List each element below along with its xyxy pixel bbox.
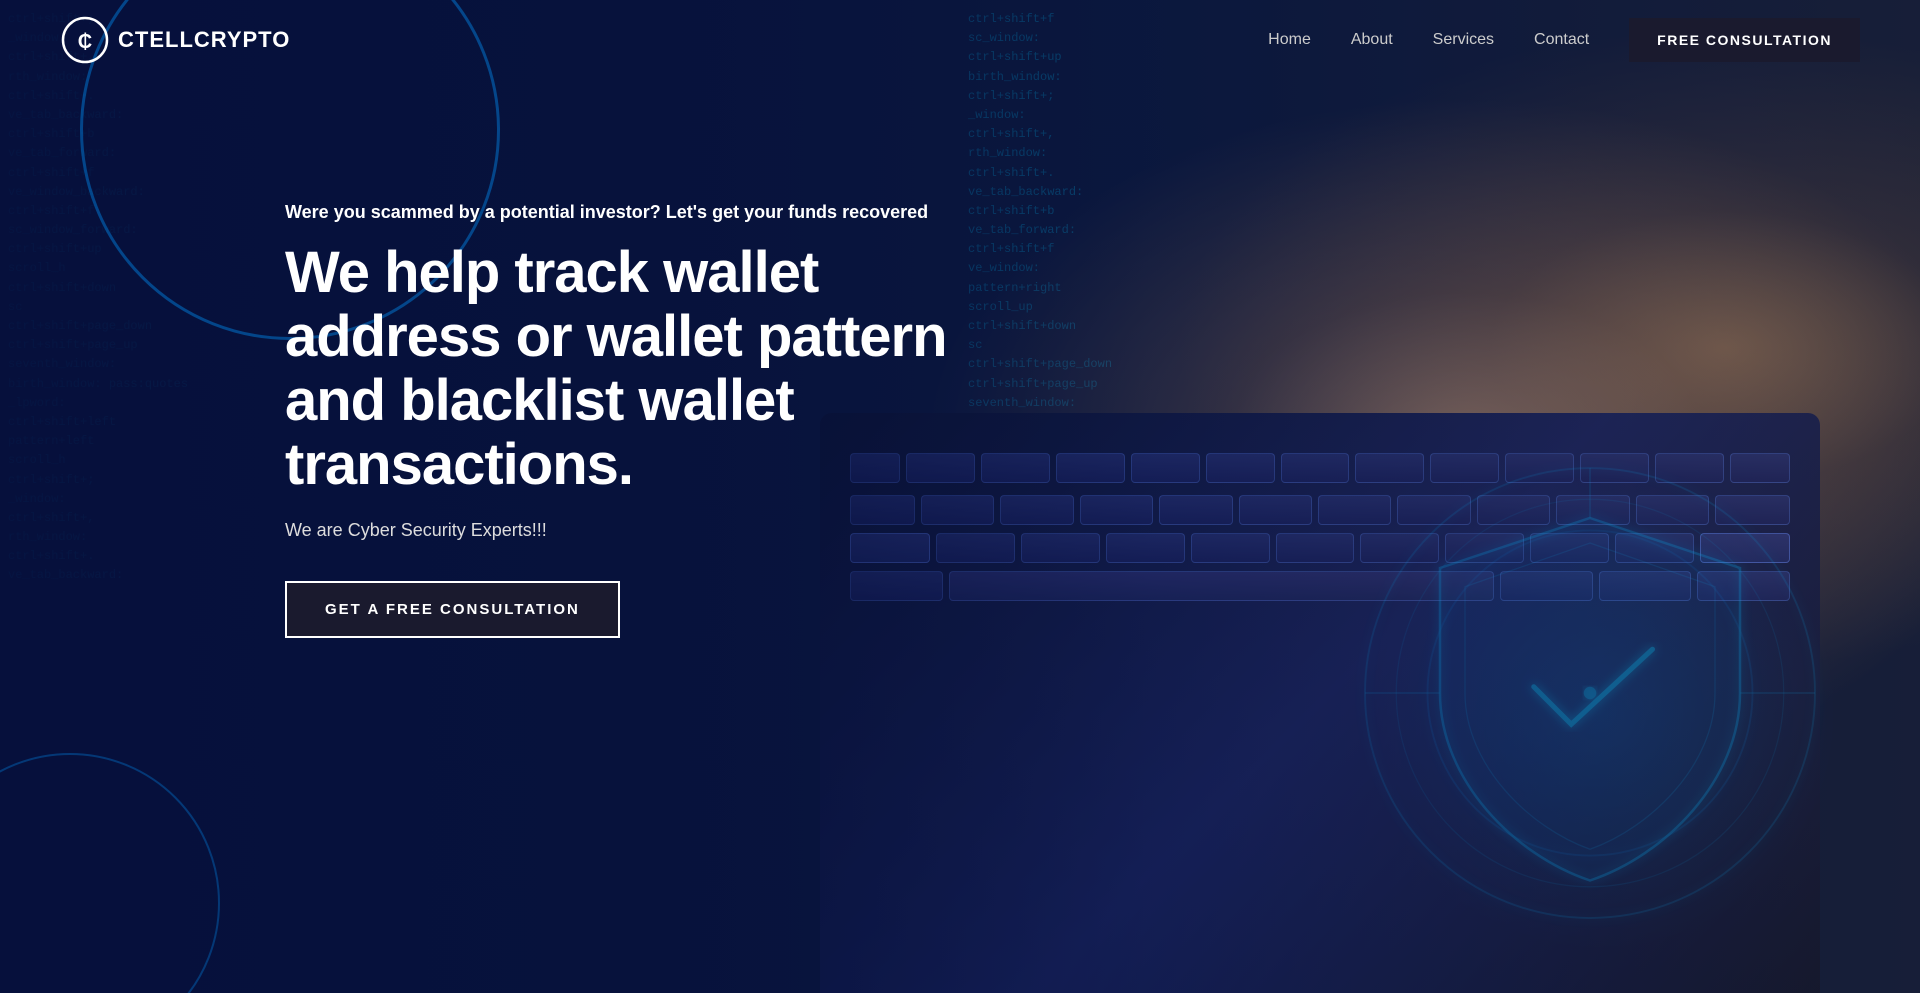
free-consultation-button[interactable]: FREE CONSULTATION <box>1629 18 1860 62</box>
hero-subtitle: Were you scammed by a potential investor… <box>285 200 985 225</box>
logo-text: CTELLCRYPTO <box>118 27 290 53</box>
hero-title: We help track wallet address or wallet p… <box>285 241 985 496</box>
nav-item-services: Services <box>1433 31 1494 49</box>
hero-cta-button[interactable]: GET A FREE CONSULTATION <box>285 581 620 638</box>
nav-item-about: About <box>1351 31 1393 49</box>
nav-item-home: Home <box>1268 31 1311 49</box>
nav-link-services[interactable]: Services <box>1433 31 1494 48</box>
navbar: ₵ CTELLCRYPTO Home About Services Contac… <box>0 0 1920 80</box>
nav-link-contact[interactable]: Contact <box>1534 31 1589 48</box>
nav-link-about[interactable]: About <box>1351 31 1393 48</box>
nav-link-home[interactable]: Home <box>1268 31 1311 48</box>
svg-text:₵: ₵ <box>78 31 92 53</box>
logo-link[interactable]: ₵ CTELLCRYPTO <box>60 15 290 65</box>
hero-description: We are Cyber Security Experts!!! <box>285 520 985 541</box>
nav-item-cta: FREE CONSULTATION <box>1629 18 1860 62</box>
hero-section: ctrl+shift+; _window: ctrl+shift+, rth_w… <box>0 0 1920 993</box>
nav-links: Home About Services Contact FREE CONSULT… <box>1268 18 1860 62</box>
nav-item-contact: Contact <box>1534 31 1589 49</box>
hero-content: Were you scammed by a potential investor… <box>285 200 985 638</box>
logo-icon: ₵ <box>60 15 110 65</box>
